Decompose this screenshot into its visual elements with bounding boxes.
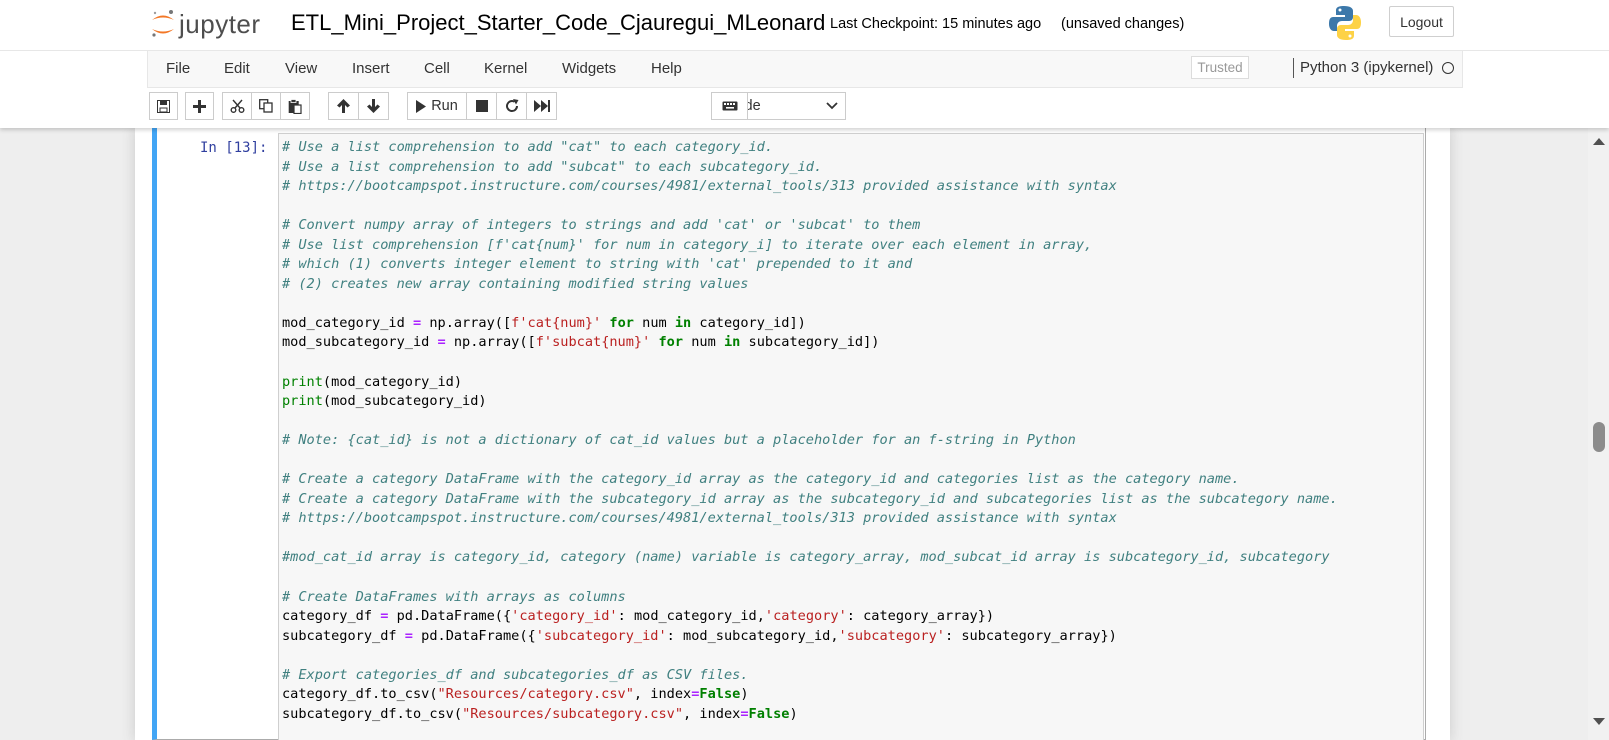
header: jupyter ETL_Mini_Project_Starter_Code_Cj…	[0, 0, 1609, 128]
menubar: File Edit View Insert Cell Kernel Widget…	[147, 51, 1463, 88]
command-palette-button[interactable]	[711, 92, 748, 120]
python-logo-icon	[1329, 6, 1361, 40]
save-icon	[157, 99, 170, 113]
menu-edit[interactable]: Edit	[224, 60, 250, 77]
stop-icon	[475, 100, 488, 112]
interrupt-button[interactable]	[466, 92, 497, 120]
scrollbar-thumb[interactable]	[1593, 422, 1605, 452]
paste-icon	[288, 98, 302, 114]
kernel-idle-icon	[1442, 62, 1454, 74]
menu-help[interactable]: Help	[651, 60, 682, 77]
logout-button[interactable]: Logout	[1389, 6, 1454, 37]
restart-run-all-button[interactable]	[526, 92, 557, 120]
run-button[interactable]: Run	[407, 92, 467, 120]
menu-cell[interactable]: Cell	[424, 60, 450, 77]
scroll-up-arrow-icon[interactable]	[1593, 136, 1605, 146]
code-editor[interactable]: # Use a list comprehension to add "cat" …	[278, 133, 1424, 740]
menu-file[interactable]: File	[166, 60, 190, 77]
menu-kernel[interactable]: Kernel	[484, 60, 527, 77]
kernel-divider	[1293, 58, 1294, 78]
page-scrollbar[interactable]	[1588, 128, 1609, 740]
cut-button[interactable]	[222, 92, 252, 120]
copy-icon	[259, 99, 273, 113]
run-icon	[416, 99, 427, 113]
menu-widgets[interactable]: Widgets	[562, 60, 616, 77]
notebook-name[interactable]: ETL_Mini_Project_Starter_Code_Cjauregui_…	[291, 10, 825, 36]
code-text: # Use a list comprehension to add "cat" …	[282, 139, 1338, 722]
trusted-indicator[interactable]: Trusted	[1191, 56, 1249, 79]
arrow-down-icon	[367, 99, 380, 113]
input-prompt: In [13]:	[200, 140, 268, 156]
kernel-name[interactable]: Python 3 (ipykernel)	[1300, 59, 1433, 76]
autosave-status: (unsaved changes)	[1061, 16, 1185, 32]
move-down-button[interactable]	[358, 92, 389, 120]
checkpoint-status: Last Checkpoint: 15 minutes ago	[830, 16, 1042, 32]
save-button[interactable]	[149, 92, 178, 120]
arrow-up-icon	[337, 99, 350, 113]
paste-button[interactable]	[280, 92, 310, 120]
menu-insert[interactable]: Insert	[352, 60, 390, 77]
run-label: Run	[431, 98, 458, 114]
scroll-down-arrow-icon[interactable]	[1593, 717, 1605, 727]
cut-icon	[230, 99, 244, 113]
chevron-down-icon	[826, 102, 838, 110]
restart-button[interactable]	[496, 92, 527, 120]
move-up-button[interactable]	[328, 92, 359, 120]
fast-forward-icon	[533, 100, 550, 112]
insert-cell-button[interactable]	[185, 92, 214, 120]
keyboard-icon	[722, 101, 737, 111]
jupyter-logo-icon	[152, 10, 174, 37]
copy-button[interactable]	[251, 92, 281, 120]
jupyter-logo[interactable]: jupyter	[150, 6, 261, 42]
menu-view[interactable]: View	[285, 60, 317, 77]
jupyter-logo-text: jupyter	[179, 8, 261, 39]
restart-icon	[505, 99, 518, 112]
plus-icon	[193, 99, 206, 113]
